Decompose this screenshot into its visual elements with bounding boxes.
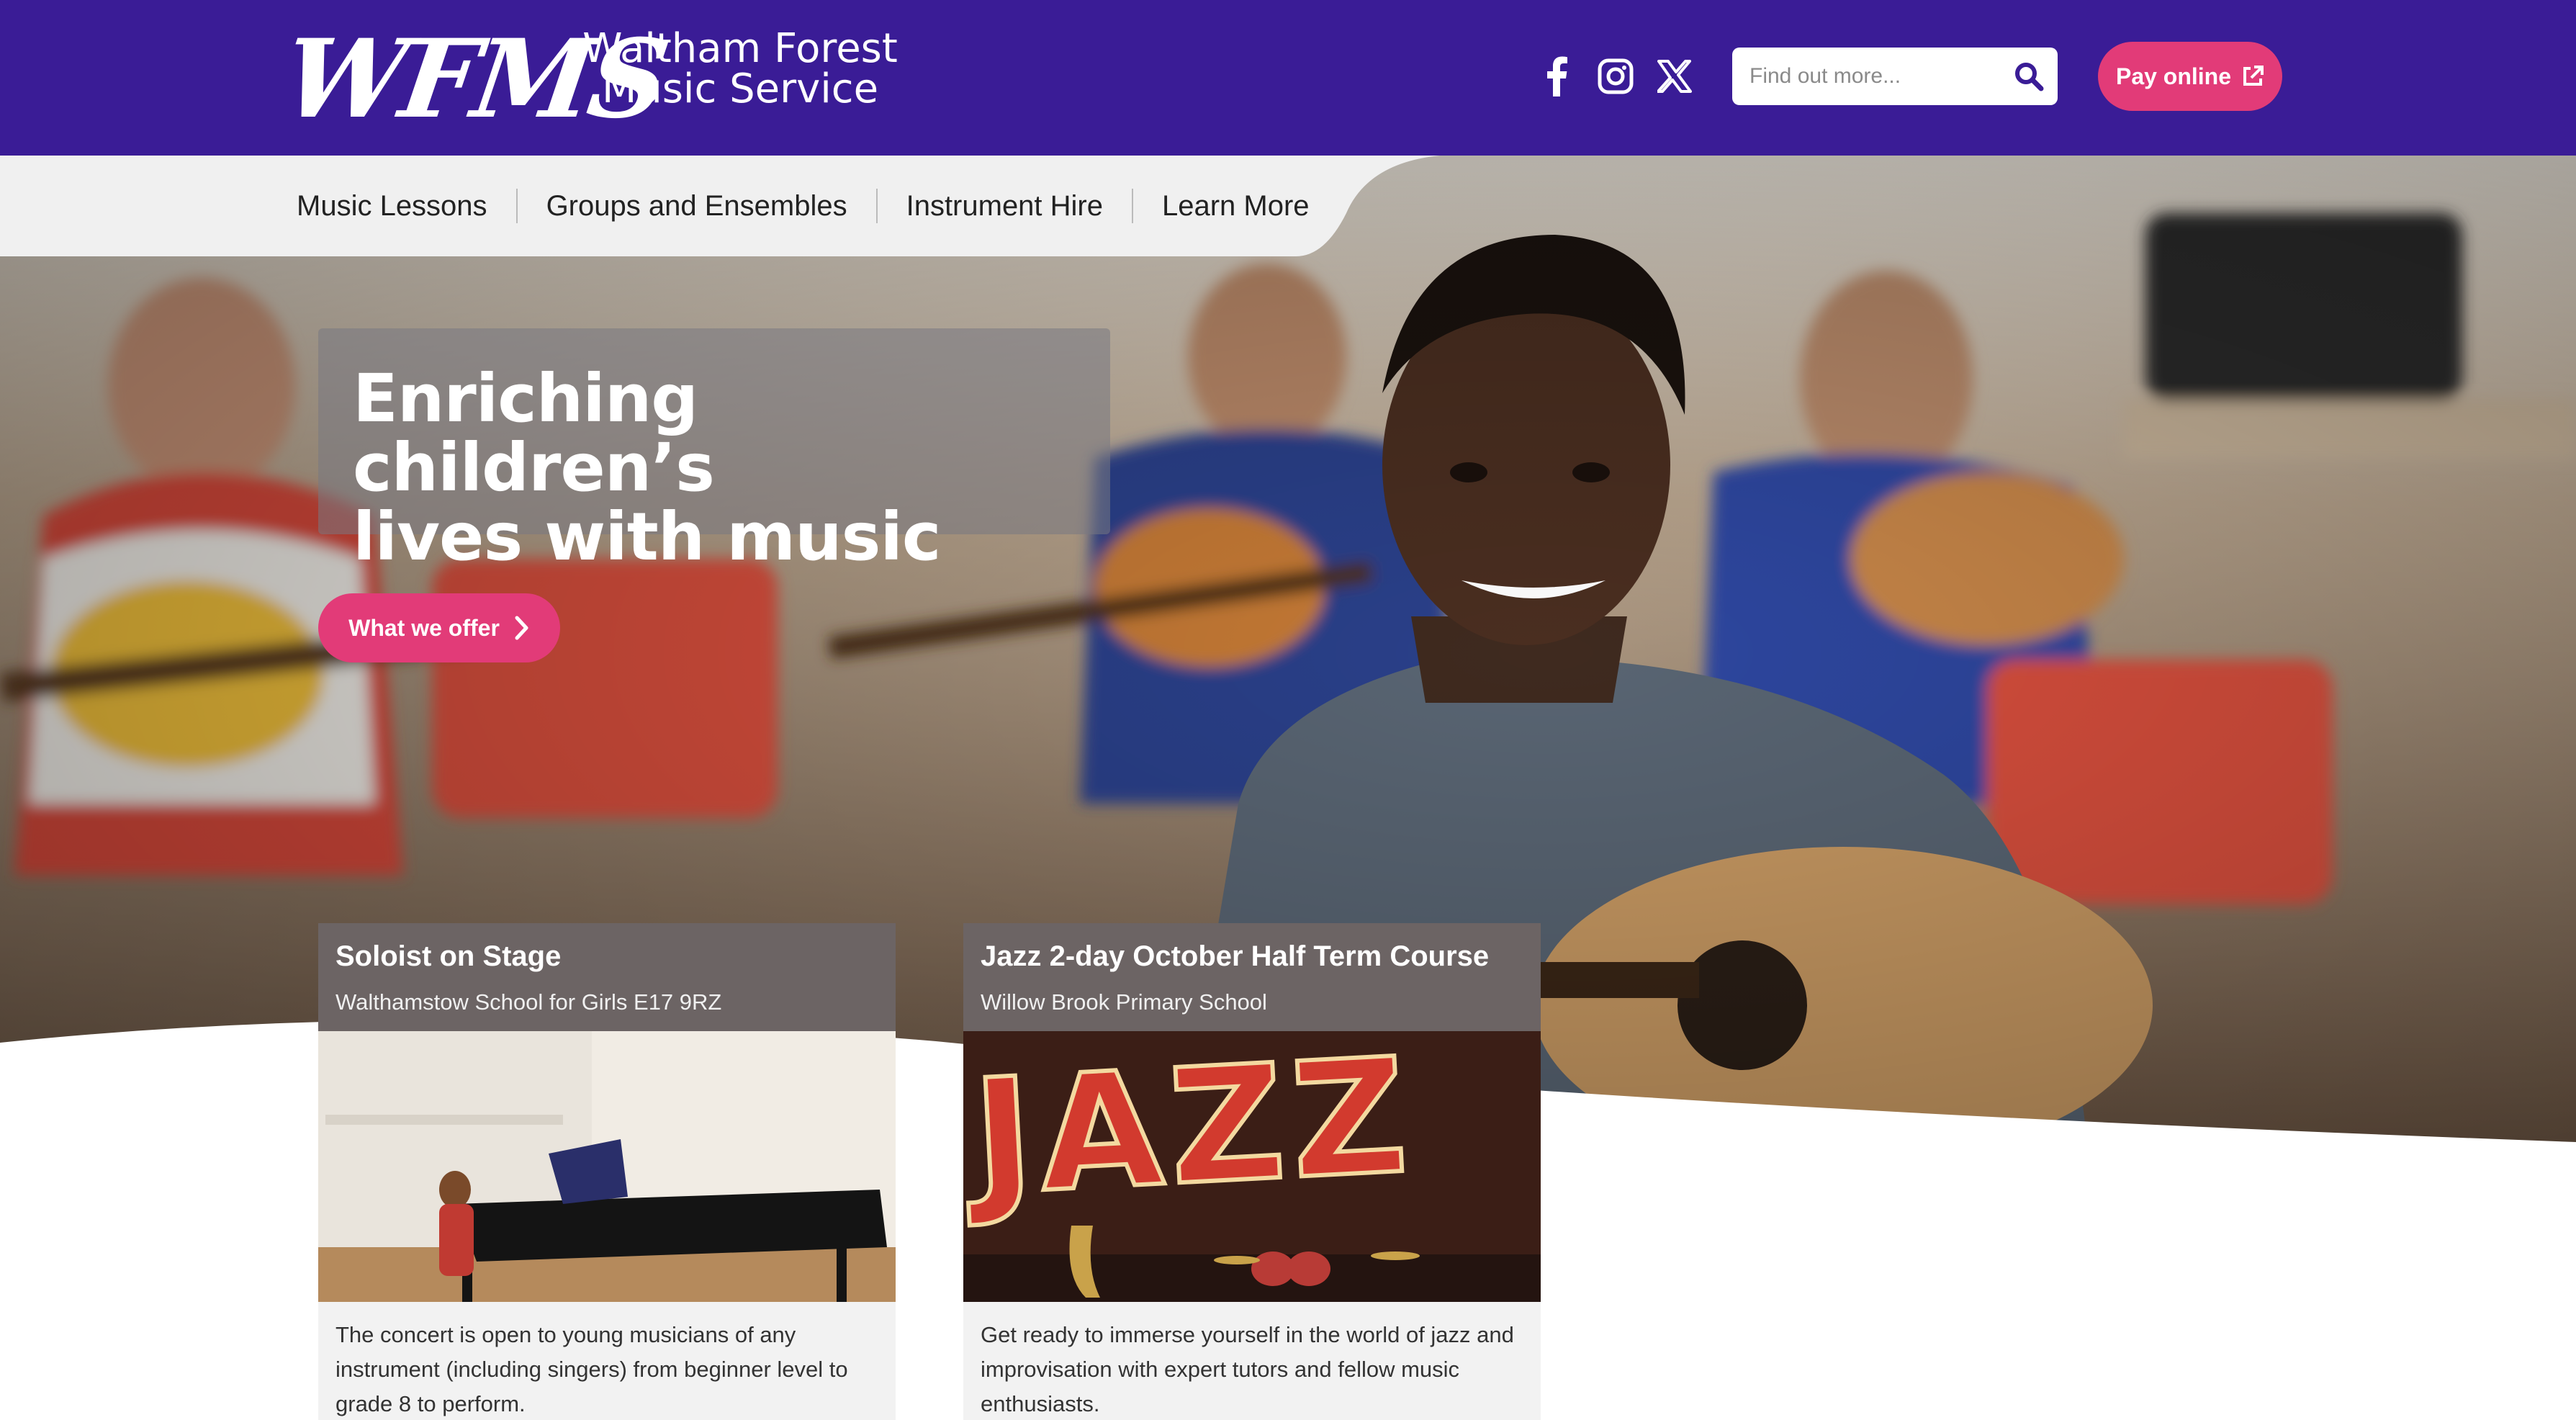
site-name[interactable]: Waltham Forest Music Service bbox=[582, 29, 899, 109]
event-description: Get ready to immerse yourself in the wor… bbox=[981, 1322, 1514, 1416]
event-location: Willow Brook Primary School bbox=[981, 989, 1267, 1015]
pay-online-button[interactable]: Pay online bbox=[2098, 42, 2282, 111]
event-location: Walthamstow School for Girls E17 9RZ bbox=[335, 989, 722, 1015]
what-we-offer-label: What we offer bbox=[348, 614, 500, 641]
pay-online-label: Pay online bbox=[2115, 63, 2232, 89]
search-box bbox=[1732, 48, 2058, 105]
jazz-sign-text: JAZZ bbox=[963, 1031, 1418, 1231]
nav-learn-more[interactable]: Learn More bbox=[1132, 189, 1338, 223]
event-title[interactable]: Jazz 2-day October Half Term Course bbox=[981, 940, 1489, 973]
search-icon[interactable] bbox=[2010, 58, 2048, 95]
what-we-offer-button[interactable]: What we offer bbox=[318, 593, 560, 662]
chevron-right-icon bbox=[515, 616, 528, 640]
hero-headline-line1: Enriching children’s bbox=[353, 360, 715, 506]
hero-headline-line2: lives with music bbox=[353, 498, 941, 575]
nav-music-lessons[interactable]: Music Lessons bbox=[282, 189, 516, 223]
hero-headline: Enriching children’s lives with music bbox=[353, 364, 1073, 572]
event-card[interactable]: Soloist on Stage Walthamstow School for … bbox=[318, 923, 896, 1420]
facebook-icon[interactable] bbox=[1535, 55, 1578, 98]
event-image-piano bbox=[318, 1031, 896, 1302]
instagram-icon[interactable] bbox=[1594, 55, 1637, 98]
event-image-jazz: JAZZ bbox=[963, 1031, 1541, 1302]
event-description: The concert is open to young musicians o… bbox=[335, 1322, 848, 1416]
main-nav: Music Lessons Groups and Ensembles Instr… bbox=[282, 156, 1338, 256]
site-name-line2: Music Service bbox=[601, 66, 879, 112]
external-link-icon bbox=[2243, 66, 2264, 86]
event-card-header: Soloist on Stage Walthamstow School for … bbox=[318, 923, 896, 1031]
x-icon[interactable] bbox=[1653, 55, 1696, 98]
search-input[interactable] bbox=[1749, 48, 2009, 105]
event-card[interactable]: JAZZ Jazz 2-day October Half Term Course… bbox=[963, 923, 1541, 1420]
event-title[interactable]: Soloist on Stage bbox=[335, 940, 561, 973]
site-name-line1: Waltham Forest bbox=[582, 25, 898, 72]
event-card-header: Jazz 2-day October Half Term Course Will… bbox=[963, 923, 1541, 1031]
nav-groups-ensembles[interactable]: Groups and Ensembles bbox=[515, 189, 876, 223]
hero-headline-box: Enriching children’s lives with music bbox=[318, 328, 1110, 572]
nav-instrument-hire[interactable]: Instrument Hire bbox=[875, 189, 1132, 223]
site-header: WFMS Waltham Forest Music Service Pay on… bbox=[0, 0, 2576, 156]
